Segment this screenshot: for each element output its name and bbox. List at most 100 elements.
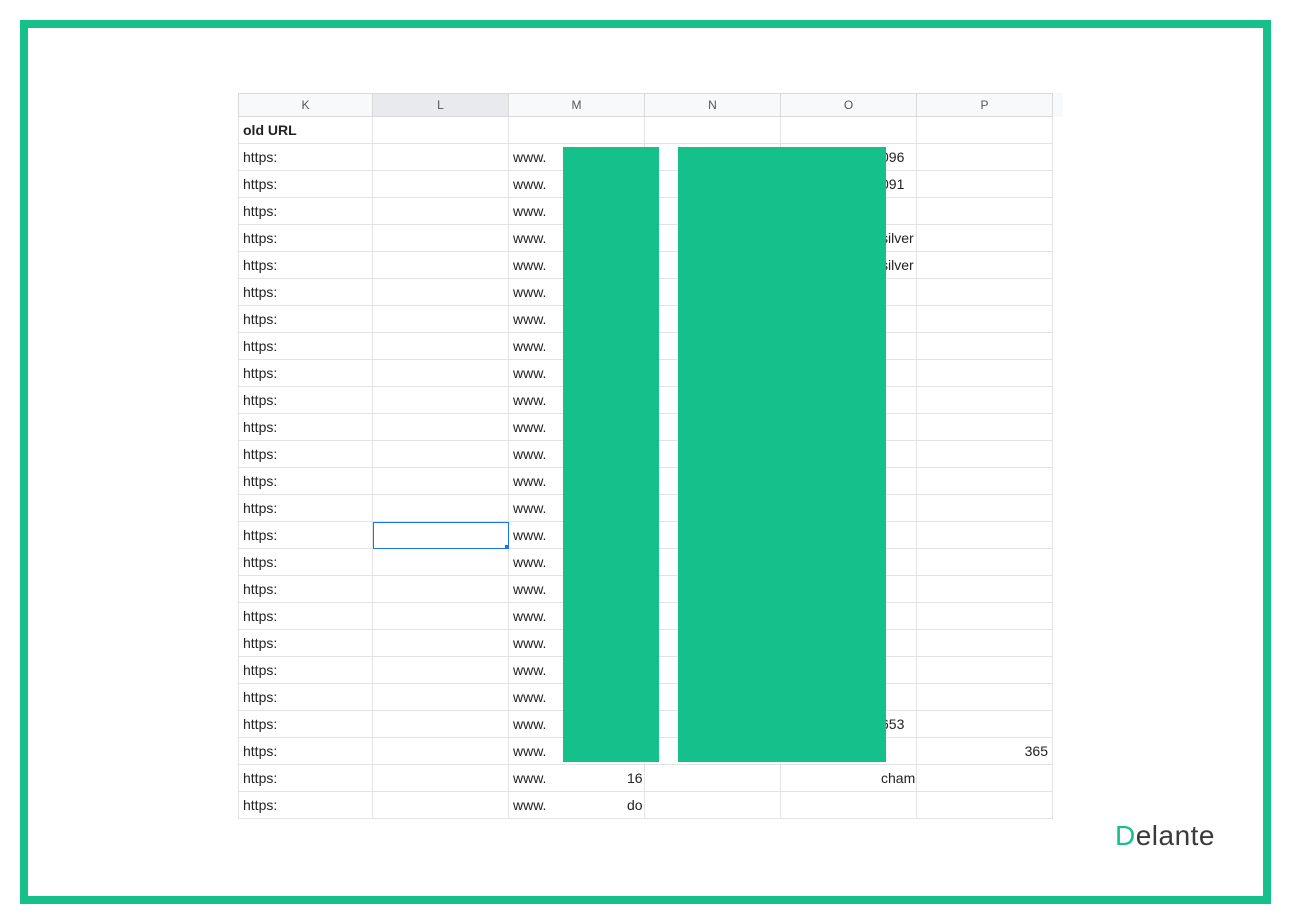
cell[interactable]: https: — [238, 630, 373, 657]
cell[interactable]: https: — [238, 765, 373, 792]
cell[interactable]: https: — [238, 360, 373, 387]
cell[interactable] — [917, 576, 1053, 603]
cell[interactable] — [373, 387, 509, 414]
cell[interactable]: https: — [238, 279, 373, 306]
cell[interactable] — [645, 765, 781, 792]
cell[interactable]: champions.html — [781, 765, 917, 792]
image-frame: KLMNOP old URLhttps:www.no096https:www.n… — [20, 20, 1271, 904]
cell[interactable] — [917, 630, 1053, 657]
cell[interactable] — [509, 117, 645, 144]
cell[interactable] — [373, 549, 509, 576]
cell[interactable] — [917, 549, 1053, 576]
cell[interactable] — [373, 684, 509, 711]
brand-rest: elante — [1136, 820, 1215, 851]
cell[interactable] — [373, 630, 509, 657]
cell[interactable] — [917, 792, 1053, 819]
column-header-K[interactable]: K — [238, 93, 373, 117]
cell[interactable] — [373, 495, 509, 522]
column-header-L[interactable]: L — [373, 93, 509, 117]
cell[interactable] — [781, 792, 917, 819]
cell[interactable] — [917, 765, 1053, 792]
cell[interactable] — [917, 252, 1053, 279]
cell[interactable] — [917, 522, 1053, 549]
cell[interactable] — [917, 684, 1053, 711]
cell[interactable] — [373, 441, 509, 468]
cell[interactable] — [373, 333, 509, 360]
cell[interactable]: https: — [238, 738, 373, 765]
cell[interactable]: https: — [238, 441, 373, 468]
cell[interactable] — [373, 792, 509, 819]
cell[interactable] — [917, 306, 1053, 333]
cell[interactable] — [373, 171, 509, 198]
redaction-block — [563, 147, 659, 762]
cell[interactable] — [373, 738, 509, 765]
cell[interactable] — [373, 279, 509, 306]
cell[interactable]: https: — [238, 792, 373, 819]
cell[interactable] — [917, 225, 1053, 252]
cell[interactable] — [373, 144, 509, 171]
cell[interactable]: https: — [238, 333, 373, 360]
cell[interactable] — [373, 522, 509, 549]
cell[interactable] — [373, 657, 509, 684]
cell[interactable] — [917, 414, 1053, 441]
cell[interactable]: https: — [238, 576, 373, 603]
cell[interactable] — [917, 171, 1053, 198]
cell[interactable] — [373, 117, 509, 144]
cell[interactable] — [917, 144, 1053, 171]
cell[interactable]: https: — [238, 657, 373, 684]
cell[interactable]: https: — [238, 171, 373, 198]
table-row: https: www.do — [238, 792, 1063, 819]
cell[interactable] — [781, 117, 917, 144]
cell[interactable]: https: — [238, 387, 373, 414]
cell[interactable] — [917, 441, 1053, 468]
cell[interactable] — [645, 117, 781, 144]
cell[interactable] — [917, 711, 1053, 738]
cell[interactable] — [917, 333, 1053, 360]
cell[interactable] — [917, 603, 1053, 630]
cell[interactable]: https: — [238, 198, 373, 225]
cell[interactable] — [917, 117, 1053, 144]
column-header-O[interactable]: O — [781, 93, 917, 117]
cell[interactable] — [373, 360, 509, 387]
cell[interactable] — [373, 765, 509, 792]
cell[interactable]: old URL — [238, 117, 373, 144]
cell[interactable]: https: — [238, 684, 373, 711]
cell[interactable]: www.16 — [509, 765, 645, 792]
column-header-N[interactable]: N — [645, 93, 781, 117]
cell[interactable] — [917, 279, 1053, 306]
redaction-block — [678, 147, 886, 762]
cell[interactable] — [917, 495, 1053, 522]
cell[interactable]: https: — [238, 603, 373, 630]
cell[interactable] — [373, 252, 509, 279]
cell[interactable] — [373, 414, 509, 441]
cell[interactable]: https: — [238, 225, 373, 252]
cell[interactable] — [917, 468, 1053, 495]
cell[interactable]: https: — [238, 144, 373, 171]
cell[interactable]: https: — [238, 468, 373, 495]
cell[interactable]: https: — [238, 522, 373, 549]
column-header-M[interactable]: M — [509, 93, 645, 117]
cell[interactable] — [373, 306, 509, 333]
cell[interactable] — [917, 360, 1053, 387]
table-row: https: www.16 champions.html — [238, 765, 1063, 792]
cell[interactable] — [373, 468, 509, 495]
column-header-P[interactable]: P — [917, 93, 1053, 117]
cell[interactable] — [373, 198, 509, 225]
cell[interactable]: https: — [238, 711, 373, 738]
cell[interactable]: https: — [238, 549, 373, 576]
cell[interactable] — [917, 387, 1053, 414]
cell[interactable]: 365 — [917, 738, 1053, 765]
cell[interactable] — [917, 657, 1053, 684]
cell[interactable]: https: — [238, 495, 373, 522]
cell[interactable] — [917, 198, 1053, 225]
cell[interactable]: https: — [238, 414, 373, 441]
cell[interactable]: https: — [238, 306, 373, 333]
cell[interactable]: https: — [238, 252, 373, 279]
brand-logo: Delante — [1115, 820, 1215, 852]
cell[interactable] — [373, 225, 509, 252]
cell[interactable] — [373, 711, 509, 738]
cell[interactable] — [373, 603, 509, 630]
cell[interactable]: www.do — [509, 792, 645, 819]
cell[interactable] — [373, 576, 509, 603]
cell[interactable] — [645, 792, 781, 819]
